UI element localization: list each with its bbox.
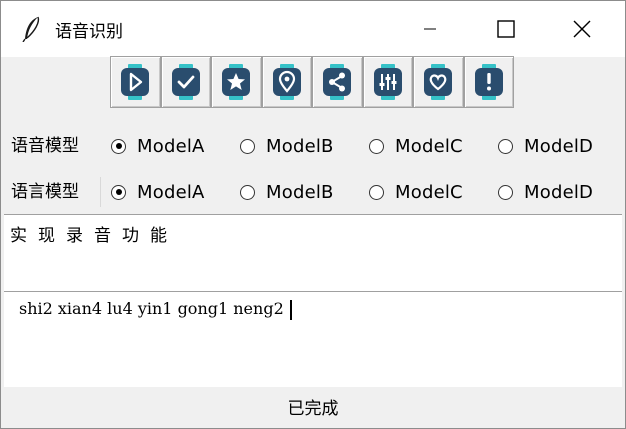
language-model-b-radio[interactable]: ModelB — [240, 180, 334, 204]
location-button[interactable] — [261, 56, 312, 108]
title-bar: 语音识别 — [1, 1, 625, 57]
radio-indicator — [498, 138, 513, 154]
radio-label: ModelC — [395, 181, 463, 203]
radio-indicator — [240, 184, 255, 200]
radio-label: ModelC — [395, 135, 463, 157]
close-icon — [573, 20, 591, 38]
radio-indicator — [111, 138, 126, 154]
maximize-button[interactable] — [467, 1, 545, 57]
recognized-text: 实现录音功能 — [10, 226, 178, 246]
close-button[interactable] — [543, 1, 621, 57]
radio-indicator — [369, 184, 384, 200]
equalizer-icon — [373, 64, 402, 100]
toolbar — [110, 56, 514, 108]
check-icon — [171, 64, 200, 100]
radio-label: ModelD — [524, 181, 594, 203]
acoustic-model-c-radio[interactable]: ModelC — [369, 134, 463, 158]
radio-label: ModelB — [266, 135, 334, 157]
acoustic-model-d-radio[interactable]: ModelD — [498, 134, 593, 158]
alert-button[interactable] — [463, 56, 514, 108]
language-model-row: 语言模型 ModelA ModelB ModelC ModelD — [1, 171, 625, 211]
radio-label: ModelA — [137, 181, 205, 203]
text-cursor — [289, 299, 292, 320]
language-model-c-radio[interactable]: ModelC — [369, 180, 463, 204]
app-window: 语音识别 语音模型 ModelA ModelB ModelC ModelD 语言… — [0, 0, 626, 429]
window-title: 语音识别 — [55, 22, 123, 42]
equalizer-button[interactable] — [362, 56, 413, 108]
acoustic-model-b-radio[interactable]: ModelB — [240, 134, 334, 158]
share-icon — [323, 64, 352, 100]
pinyin-line: shi2 xian4 lu4 yin1 gong1 neng2 — [19, 299, 292, 320]
star-button[interactable] — [211, 56, 262, 108]
minimize-icon — [424, 28, 436, 30]
minimize-button[interactable] — [391, 1, 469, 57]
star-icon — [222, 64, 251, 100]
check-button[interactable] — [160, 56, 211, 108]
pinyin-text-area[interactable]: shi2 xian4 lu4 yin1 gong1 neng2 — [4, 291, 622, 387]
radio-indicator — [498, 184, 513, 200]
status-bar: 已完成 — [1, 388, 625, 428]
feather-icon — [22, 16, 40, 42]
play-icon — [121, 64, 150, 100]
play-button[interactable] — [110, 56, 161, 108]
radio-indicator — [111, 184, 126, 200]
language-model-d-radio[interactable]: ModelD — [498, 180, 593, 204]
heart-icon — [424, 64, 453, 100]
radio-label: ModelB — [266, 181, 334, 203]
location-pin-icon — [272, 64, 301, 100]
acoustic-model-label: 语音模型 — [7, 131, 101, 161]
language-model-a-radio[interactable]: ModelA — [111, 180, 205, 204]
radio-indicator — [240, 138, 255, 154]
radio-indicator — [369, 138, 384, 154]
radio-label: ModelA — [137, 135, 205, 157]
pinyin-text: shi2 xian4 lu4 yin1 gong1 neng2 — [19, 299, 284, 318]
heart-button[interactable] — [413, 56, 464, 108]
alert-icon — [474, 64, 503, 100]
language-model-label: 语言模型 — [7, 177, 101, 207]
recognized-text-area[interactable]: 实现录音功能 — [4, 214, 622, 292]
radio-label: ModelD — [524, 135, 594, 157]
share-button[interactable] — [312, 56, 363, 108]
acoustic-model-a-radio[interactable]: ModelA — [111, 134, 205, 158]
maximize-icon — [497, 20, 515, 38]
acoustic-model-row: 语音模型 ModelA ModelB ModelC ModelD — [1, 125, 625, 165]
